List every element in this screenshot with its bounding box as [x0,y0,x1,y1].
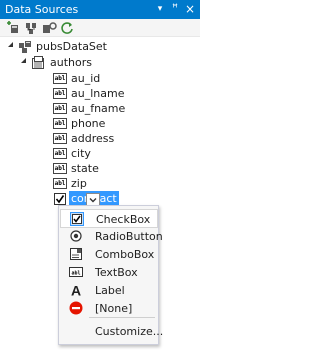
field-text-icon: abl [53,73,67,84]
label-icon: A [71,283,81,297]
menu-item-radiobutton[interactable]: RadioButton [60,227,163,246]
tree-item-field[interactable]: abl city [0,146,200,162]
expanded-chevron-icon[interactable] [21,58,26,63]
table-icon [32,56,44,69]
control-type-menu: CheckBox RadioButton ComboBox abl TextBo… [58,205,163,345]
menu-item-customize[interactable]: Customize... [60,322,163,341]
combobox-icon [70,248,82,260]
menu-item-label: [None] [95,302,133,315]
tree-item-field[interactable]: abl au_fname [0,101,200,117]
checkbox-field-icon [54,193,66,205]
field-text-icon: abl [53,133,67,144]
configure-dataset-icon[interactable] [42,21,57,35]
textbox-icon: abl [69,267,83,277]
dataset-icon [19,41,31,53]
field-text-icon: abl [53,163,67,174]
field-label: address [71,132,115,145]
menu-item-label: CheckBox [96,213,151,226]
field-label: phone [71,117,106,130]
edit-dataset-designer-icon[interactable] [24,21,39,35]
none-icon [69,301,83,315]
svg-text:abl: abl [71,271,80,277]
tree-item-field[interactable]: abl au_lname [0,86,200,102]
dataset-label: pubsDataSet [36,40,107,53]
refresh-icon[interactable] [60,21,75,35]
menu-item-label: Label [95,284,125,297]
window-title: Data Sources [5,3,79,16]
expanded-chevron-icon[interactable] [8,42,13,47]
tree-item-dataset[interactable]: pubsDataSet [0,39,200,55]
radio-icon [70,230,82,242]
tree-item-field[interactable]: abl address [0,131,200,147]
field-text-icon: abl [53,148,67,159]
field-text-icon: abl [53,118,67,129]
menu-item-checkbox[interactable]: CheckBox [60,209,158,228]
tree-item-field[interactable]: abl zip [0,176,200,192]
title-bar: Data Sources ▾ ꟸ × [0,0,200,19]
window-menu-button[interactable]: ▾ [154,2,166,16]
menu-item-label: ComboBox [95,248,155,261]
field-label: state [71,162,99,175]
menu-item-label: TextBox [95,266,138,279]
field-label: au_fname [71,102,126,115]
toolbar [0,19,200,37]
menu-item-combobox[interactable]: ComboBox [60,245,158,264]
tree-item-field[interactable]: abl phone [0,116,200,132]
menu-separator [89,317,155,318]
svg-text:A: A [71,283,81,297]
menu-item-label: RadioButton [95,230,163,243]
add-data-source-icon[interactable] [6,21,21,35]
menu-item-none[interactable]: [None] [60,299,158,318]
close-button[interactable]: × [184,2,196,16]
field-text-icon: abl [53,178,67,189]
tree-item-field[interactable]: abl au_id [0,71,200,87]
checkbox-icon [70,212,84,226]
field-label: zip [71,177,87,190]
table-label: authors [50,56,92,69]
tree-item-field[interactable]: abl state [0,161,200,177]
field-label: au_id [71,72,101,85]
field-text-icon: abl [53,88,67,99]
tree-item-table[interactable]: authors [0,55,200,71]
field-text-icon: abl [53,103,67,114]
field-label: city [71,147,91,160]
menu-item-label[interactable]: A Label [60,281,158,300]
menu-item-label: Customize... [95,325,164,338]
menu-item-textbox[interactable]: abl TextBox [60,263,158,282]
pin-button[interactable]: ꟸ [169,2,181,16]
field-label: au_lname [71,87,125,100]
